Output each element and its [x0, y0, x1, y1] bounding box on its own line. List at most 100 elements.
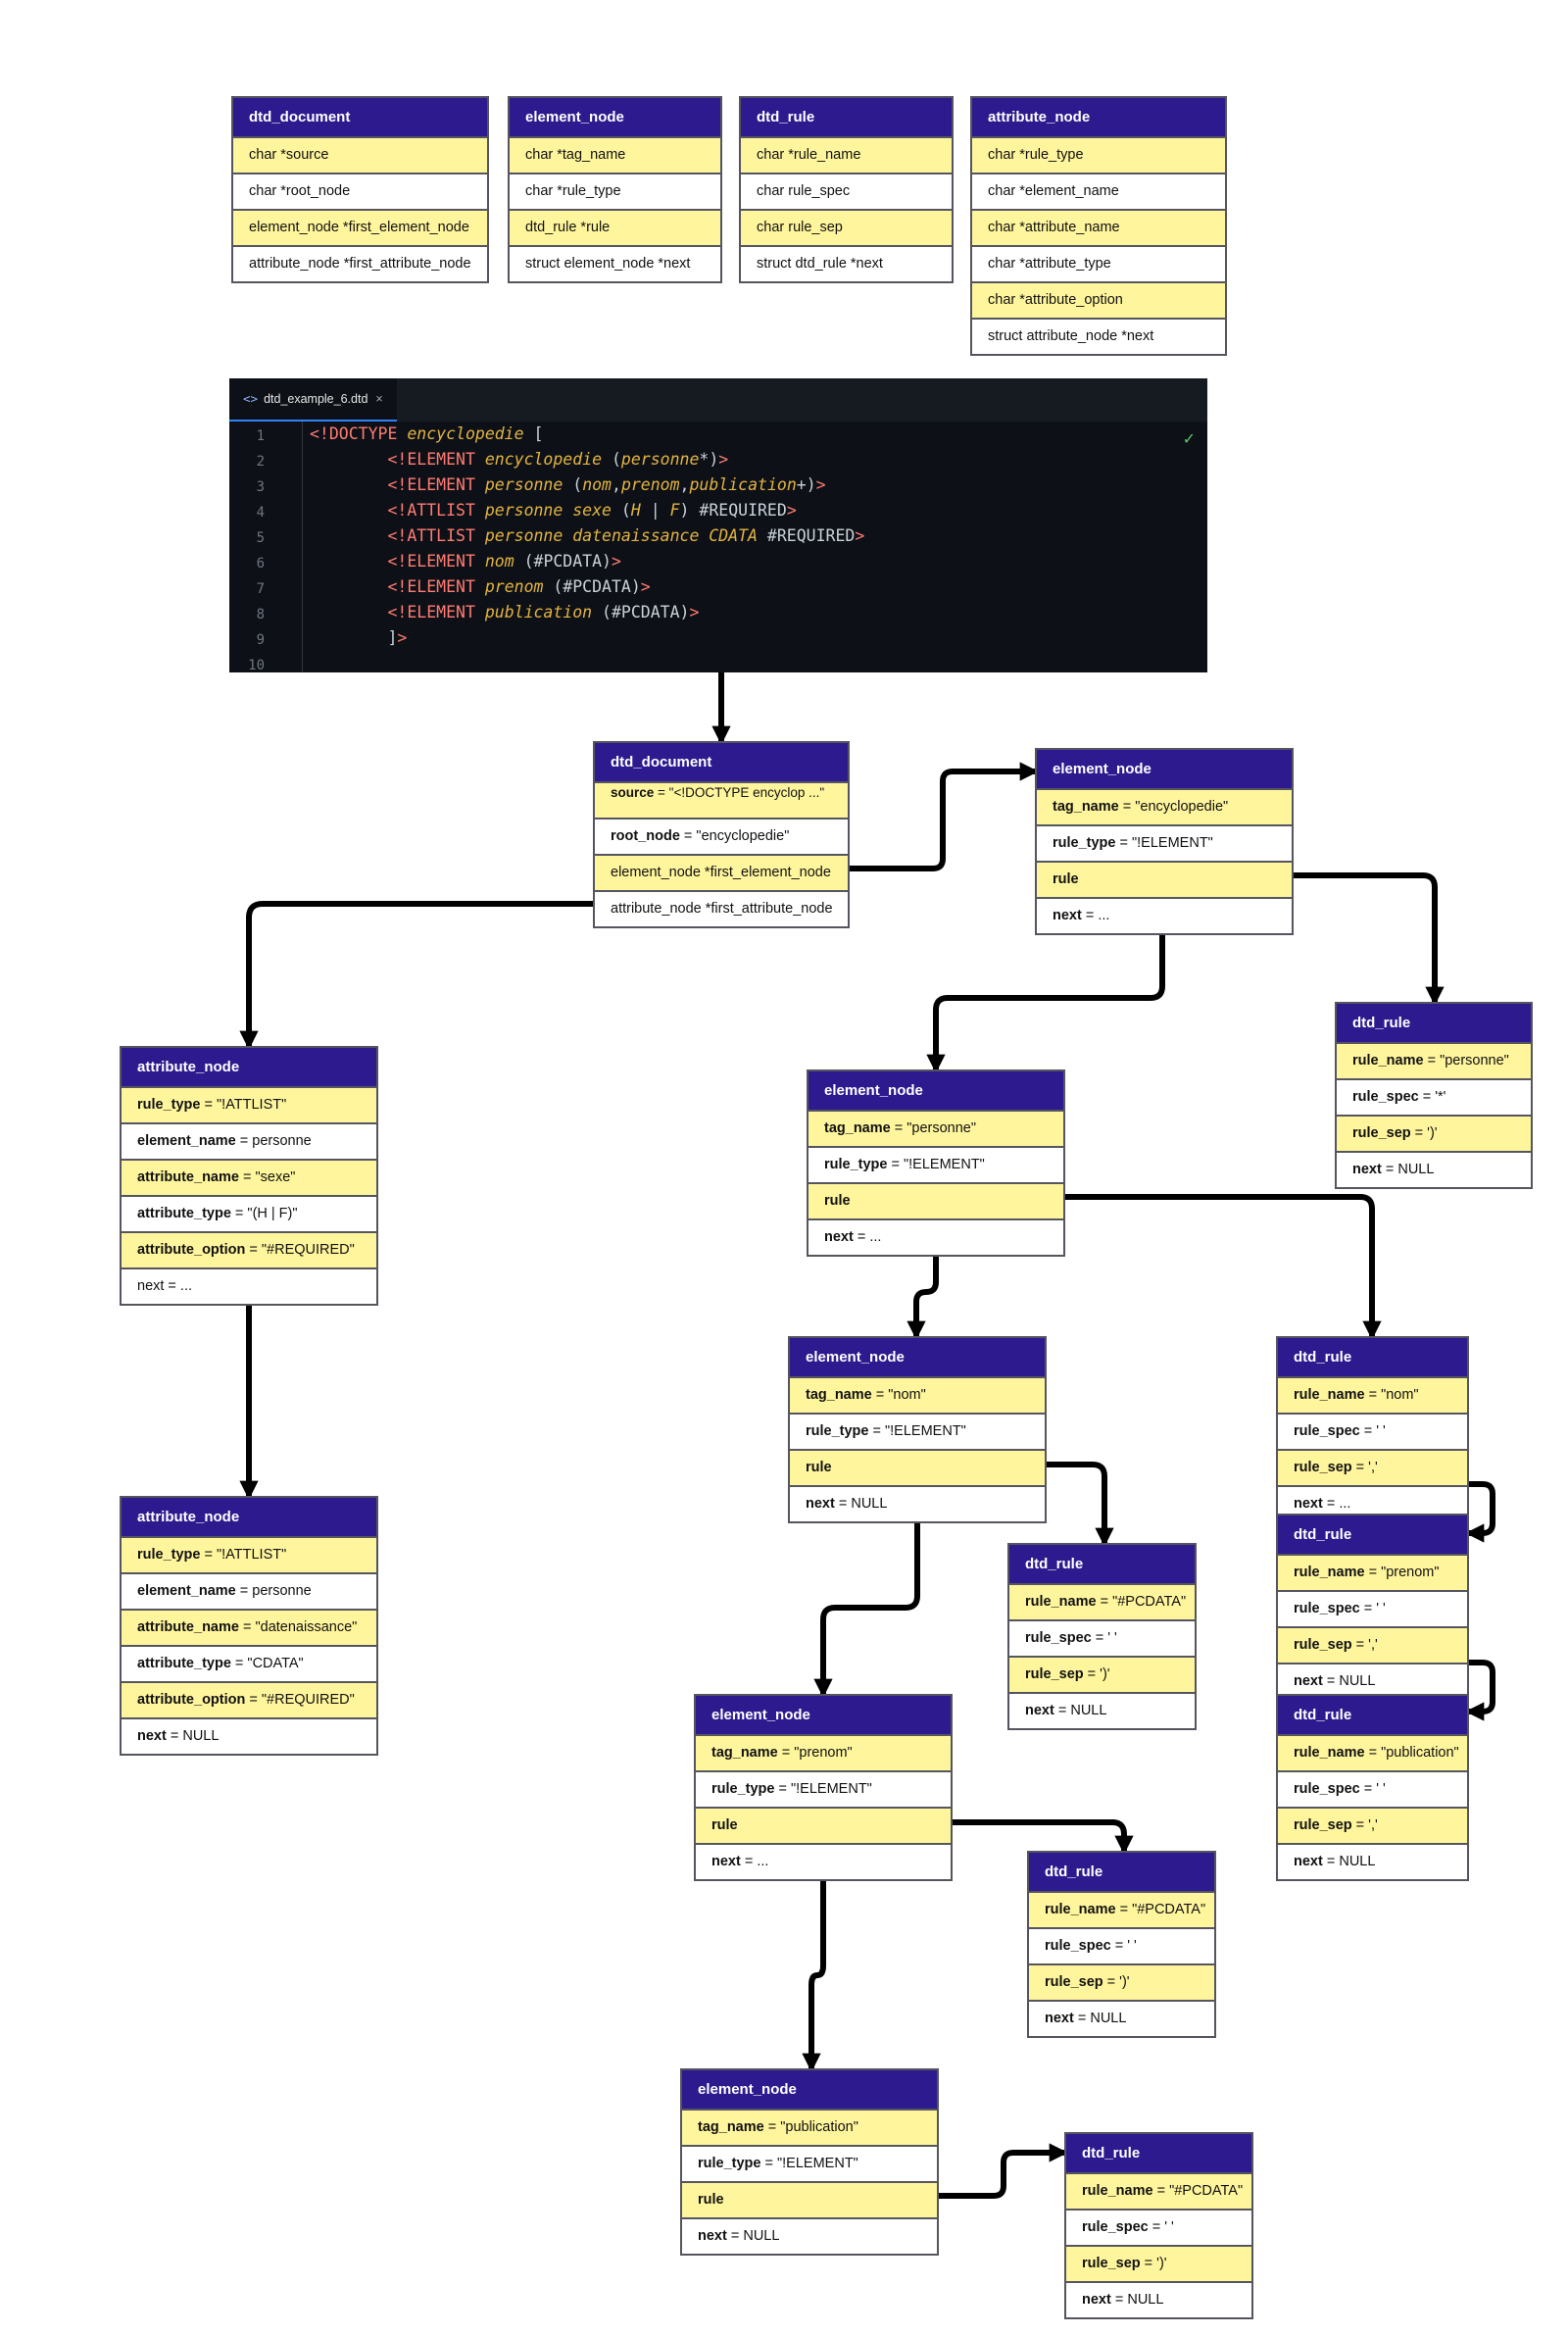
- editor-tab[interactable]: <> dtd_example_6.dtd ×: [229, 378, 397, 422]
- node-rule-pers: dtd_rule rule_name = "personne" rule_spec …: [1335, 1002, 1533, 1189]
- node-field: rule_sep = ')': [1029, 1965, 1214, 2002]
- code-line: <!DOCTYPE encyclopedie [: [310, 424, 544, 443]
- node-title: attribute_node: [122, 1048, 376, 1088]
- node-field: rule_spec = ' ': [1066, 2211, 1251, 2247]
- node-field: element_name = personne: [122, 1574, 376, 1611]
- struct-field: char *rule_type: [972, 138, 1225, 174]
- pointer-arrow: [906, 1250, 939, 1340]
- pointer-arrow: [850, 762, 1039, 871]
- node-attr-date: attribute_node rule_type = "!ATTLIST" elem…: [120, 1496, 378, 1756]
- line-number: 10: [248, 658, 265, 673]
- node-el-ency: element_node tag_name = "encyclopedie" rul…: [1035, 748, 1294, 935]
- line-number: 3: [256, 479, 265, 495]
- struct-field: attribute_node *first_attribute_node: [249, 256, 471, 272]
- node-field: rule_name = "#PCDATA": [1009, 1585, 1195, 1621]
- legend-dtd-rule-struct: dtd_rule char *rule_name char rule_spec cha…: [739, 96, 954, 283]
- editor-tab-bar: <> dtd_example_6.dtd ×: [229, 378, 1207, 422]
- node-field: rule_spec = ' ': [1278, 1772, 1467, 1809]
- node-field: rule_sep = ',': [1278, 1628, 1467, 1664]
- node-el-pub: element_node tag_name = "publication" rule…: [680, 2068, 939, 2256]
- node-field: rule_spec = '*': [1337, 1080, 1531, 1117]
- node-title: element_node: [790, 1338, 1045, 1378]
- node-field: tag_name = "publication": [682, 2111, 937, 2147]
- node-title: dtd_rule: [1337, 1004, 1531, 1044]
- pointer-arrow: [939, 2143, 1068, 2199]
- node-field: rule_type = "!ELEMENT": [682, 2147, 937, 2183]
- diagram-canvas: <> dtd_example_6.dtd × 1 2 3 4 5 6 7 8 9 10 <!DOCTY…: [0, 0, 1568, 2335]
- node-title: dtd_rule: [1066, 2134, 1251, 2174]
- node-field: rule_name = "nom": [1278, 1378, 1467, 1415]
- struct-field: struct attribute_node *next: [988, 328, 1154, 344]
- struct-field: element_node *first_element_node: [233, 211, 487, 247]
- node-field: attribute_type = "(H | F)": [122, 1197, 376, 1233]
- node-title: attribute_node: [122, 1498, 376, 1538]
- node-field: attribute_type = "CDATA": [122, 1647, 376, 1683]
- code-line: <!ELEMENT prenom (#PCDATA)>: [387, 577, 651, 596]
- node-rule-pub-pc: dtd_rule rule_name = "#PCDATA" rule_spec =…: [1064, 2132, 1253, 2319]
- legend-attribute-node-struct: attribute_node char *rule_type char *eleme…: [970, 96, 1227, 356]
- struct-field: char *rule_type: [510, 174, 720, 211]
- code-line: <!ELEMENT encyclopedie (personne*)>: [387, 450, 729, 469]
- node-field: rule: [696, 1809, 951, 1845]
- code-line: <!ATTLIST personne sexe (H | F) #REQUIRE…: [387, 501, 797, 520]
- node-field: next = ...: [137, 1278, 193, 1294]
- code-editor: <> dtd_example_6.dtd × 1 2 3 4 5 6 7 8 9 10 <!DOCTY…: [229, 378, 1207, 673]
- pointer-arrow: [926, 928, 1165, 1073]
- node-rule-nom: dtd_rule rule_name = "nom" rule_spec = ' '…: [1276, 1336, 1469, 1523]
- node-title: element_node: [808, 1071, 1063, 1112]
- code-line: ]>: [310, 628, 408, 647]
- node-field: rule_spec = ' ': [1278, 1415, 1467, 1451]
- struct-field: char *element_name: [972, 174, 1225, 211]
- struct-field: struct element_node *next: [525, 256, 691, 272]
- node-field: rule_sep = ')': [1066, 2247, 1251, 2283]
- node-field: element_node *first_element_node: [595, 856, 848, 892]
- struct-field: struct dtd_rule *next: [757, 256, 883, 272]
- node-field: next = NULL: [1082, 2292, 1164, 2308]
- code-file-icon: <>: [243, 391, 259, 406]
- code-line: <!ELEMENT publication (#PCDATA)>: [387, 603, 700, 621]
- node-attr-sexe: attribute_node rule_type = "!ATTLIST" elem…: [120, 1046, 378, 1306]
- node-el-pers: element_node tag_name = "personne" rule_ty…: [807, 1069, 1065, 1257]
- struct-field: char *attribute_type: [972, 247, 1225, 283]
- node-field: rule: [808, 1184, 1063, 1220]
- pointer-arrow: [813, 1516, 920, 1698]
- struct-title: dtd_document: [233, 98, 487, 138]
- close-icon[interactable]: ×: [375, 392, 382, 406]
- node-field: attribute_name = "sexe": [122, 1161, 376, 1197]
- check-icon: ✓: [1182, 431, 1196, 448]
- node-el-nom: element_node tag_name = "nom" rule_type = …: [788, 1336, 1047, 1523]
- line-number: 6: [256, 556, 265, 571]
- node-field: rule_sep = ')': [1337, 1117, 1531, 1153]
- node-field: rule_name = "publication": [1278, 1736, 1467, 1772]
- node-field: rule_sep = ',': [1278, 1809, 1467, 1845]
- code-area[interactable]: 1 2 3 4 5 6 7 8 9 10 <!DOCTYPE encyclopedie [ <!E…: [229, 422, 1207, 673]
- node-title: dtd_document: [595, 743, 848, 783]
- node-field: root_node = "encyclopedie": [595, 820, 848, 856]
- node-rule-nom-pc: dtd_rule rule_name = "#PCDATA" rule_spec =…: [1007, 1543, 1197, 1730]
- node-field: next = ...: [1053, 908, 1110, 923]
- struct-field: char rule_sep: [741, 211, 952, 247]
- line-number: 9: [256, 632, 265, 648]
- node-field: next = NULL: [137, 1728, 220, 1744]
- node-field: rule_name = "#PCDATA": [1066, 2174, 1251, 2211]
- node-field: next = NULL: [1045, 2011, 1127, 2026]
- node-field: rule_spec = ' ': [1029, 1929, 1214, 1965]
- node-field: rule: [682, 2183, 937, 2219]
- struct-field: char *root_node: [233, 174, 487, 211]
- struct-title: element_node: [510, 98, 720, 138]
- code-line: <!ELEMENT nom (#PCDATA)>: [387, 552, 621, 571]
- struct-field: char *tag_name: [510, 138, 720, 174]
- node-title: element_node: [1037, 750, 1292, 790]
- node-field: rule_type = "!ELEMENT": [808, 1148, 1063, 1184]
- legend-element-node-struct: element_node char *tag_name char *rule_typ…: [508, 96, 722, 283]
- node-field: rule_name = "prenom": [1278, 1556, 1467, 1592]
- pointer-arrow: [1047, 1462, 1114, 1547]
- line-number: 7: [256, 581, 265, 597]
- node-field: rule_name = "#PCDATA": [1029, 1893, 1214, 1929]
- node-field: source = "<!DOCTYPE encyclop ...": [595, 783, 848, 820]
- node-field: attribute_name = "datenaissance": [122, 1611, 376, 1647]
- node-field: next = NULL: [698, 2228, 780, 2244]
- node-field: tag_name = "nom": [790, 1378, 1045, 1415]
- node-field: rule_type = "!ATTLIST": [122, 1088, 376, 1124]
- node-field: next = ...: [711, 1854, 769, 1869]
